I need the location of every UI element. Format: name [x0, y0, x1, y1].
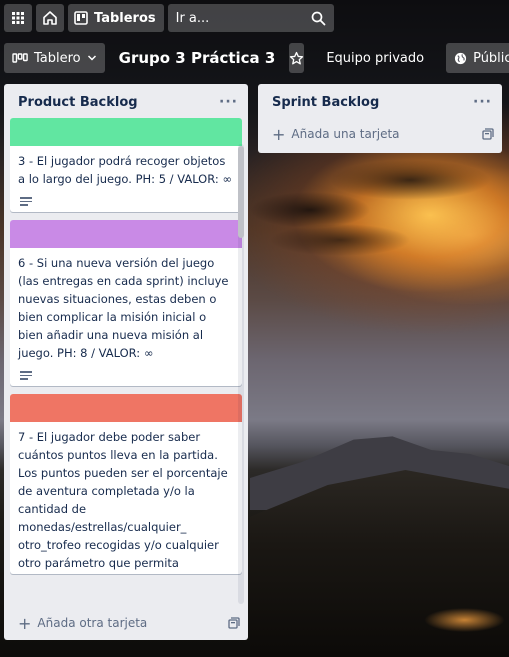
card-label-red[interactable] [10, 394, 242, 422]
card[interactable]: 7 - El jugador debe poder saber cuántos … [10, 394, 242, 574]
card-title: 7 - El jugador debe poder saber cuántos … [18, 430, 228, 570]
template-icon[interactable] [482, 128, 494, 140]
description-icon [20, 197, 32, 207]
card-label-purple[interactable] [10, 220, 242, 248]
card-title: 6 - Si una nueva versión del juego (las … [18, 256, 229, 360]
boards-label: Tableros [94, 10, 156, 26]
add-card-label: Añada una tarjeta [291, 127, 400, 141]
add-card-button[interactable]: + Añada una tarjeta [258, 120, 502, 148]
list-sprint-backlog: Sprint Backlog ··· + Añada una tarjeta [258, 84, 502, 153]
apps-button[interactable] [4, 4, 32, 32]
list-title[interactable]: Product Backlog [18, 95, 138, 110]
card-title: 3 - El jugador podrá recoger objetos a l… [18, 154, 232, 186]
add-card-group: + Añada una tarjeta [272, 125, 400, 144]
card-badges [10, 190, 242, 212]
search-icon[interactable] [311, 11, 326, 26]
card-badges [10, 364, 242, 386]
home-icon [43, 11, 57, 25]
board-title[interactable]: Grupo 3 Práctica 3 [113, 49, 282, 67]
globe-icon [455, 52, 467, 64]
add-card-label: Añada otra tarjeta [37, 616, 148, 630]
list-cards[interactable]: 3 - El jugador podrá recoger objetos a l… [10, 118, 242, 590]
list-header: Sprint Backlog ··· [258, 84, 502, 120]
list-menu-icon[interactable]: ··· [473, 94, 492, 110]
board-icon [74, 11, 88, 25]
list-header: Product Backlog ··· [4, 84, 248, 120]
list-menu-icon[interactable]: ··· [219, 94, 238, 110]
grid-icon [12, 12, 24, 24]
add-card-button[interactable]: + Añada otra tarjeta [4, 606, 248, 640]
card-label-green[interactable] [10, 118, 242, 146]
team-visibility-button[interactable]: Equipo privado [320, 51, 430, 66]
search-input[interactable] [175, 10, 296, 26]
board-header: Tablero Grupo 3 Práctica 3 Equipo privad… [0, 40, 509, 76]
board-view-icon [12, 53, 28, 63]
list-scrollbar-thumb[interactable] [238, 146, 244, 238]
plus-icon: + [272, 124, 286, 144]
background-clouds [250, 140, 509, 260]
card[interactable]: 3 - El jugador podrá recoger objetos a l… [10, 118, 242, 212]
template-icon[interactable] [228, 617, 240, 629]
card[interactable]: 6 - Si una nueva versión del juego (las … [10, 220, 242, 386]
list-title[interactable]: Sprint Backlog [272, 95, 379, 110]
view-switcher-button[interactable]: Tablero [4, 43, 105, 73]
add-card-group: + Añada otra tarjeta [18, 614, 147, 633]
view-switcher-label: Tablero [34, 50, 81, 66]
description-icon [20, 371, 32, 381]
visibility-label: Público [473, 50, 509, 66]
home-button[interactable] [36, 4, 64, 32]
chevron-down-icon [87, 55, 96, 61]
background-road-glow [420, 600, 509, 640]
plus-icon: + [18, 613, 32, 633]
visibility-button[interactable]: Público [446, 43, 509, 73]
boards-button[interactable]: Tableros [68, 4, 164, 32]
list-product-backlog: Product Backlog ··· 3 - El jugador podrá… [4, 84, 248, 640]
star-button[interactable] [289, 43, 305, 73]
top-nav: Tableros [0, 0, 509, 36]
star-icon [290, 51, 304, 64]
search-box[interactable] [167, 4, 334, 32]
